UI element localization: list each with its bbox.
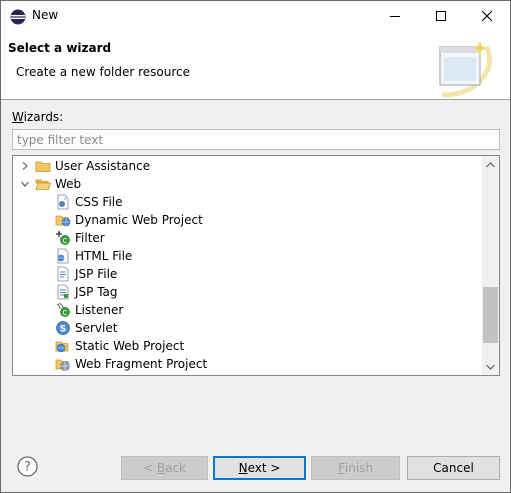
tree-item-static-web-project[interactable]: Static Web Project xyxy=(55,337,184,355)
next-mnemonic: N xyxy=(238,461,248,475)
wizard-filter-input[interactable] xyxy=(12,129,500,150)
scroll-down-button[interactable] xyxy=(482,358,499,375)
scroll-up-button[interactable] xyxy=(482,156,499,173)
svg-text:C: C xyxy=(63,237,68,245)
minimize-icon xyxy=(390,16,400,17)
maximize-icon xyxy=(436,11,446,21)
chevron-right-icon[interactable] xyxy=(19,160,31,172)
tree-item-label: Listener xyxy=(75,303,124,317)
tree-item-jsp-file[interactable]: JSP File xyxy=(55,265,117,283)
tree-item-label: JSP Tag xyxy=(75,285,118,299)
tree-item-html-file[interactable]: HTML File xyxy=(55,247,132,265)
tree-item-label: Servlet xyxy=(75,321,118,335)
new-wizard-banner-icon xyxy=(439,41,493,97)
close-icon xyxy=(482,11,492,21)
next-button[interactable]: Next > xyxy=(213,456,306,480)
minimize-button[interactable] xyxy=(372,1,418,31)
tree-item-web[interactable]: Web xyxy=(19,175,81,193)
close-button[interactable] xyxy=(464,1,510,31)
wizard-header: Select a wizard Create a new folder reso… xyxy=(1,31,510,99)
window-title: New xyxy=(32,8,59,22)
cancel-label: Cancel xyxy=(433,461,474,475)
next-label: ext > xyxy=(247,461,281,475)
wizards-label: Wizards: xyxy=(12,110,63,124)
tree-item-dynamic-web-project[interactable]: Dynamic Web Project xyxy=(55,211,203,229)
tree-item-web-fragment-project[interactable]: Web Fragment Project xyxy=(55,355,207,373)
tree-item-label: Web xyxy=(55,177,82,191)
tree-item-label: JSP File xyxy=(75,267,118,281)
help-icon[interactable]: ? xyxy=(17,456,38,477)
svg-text:?: ? xyxy=(24,460,31,475)
folder-icon xyxy=(35,161,51,172)
tree-item-filter[interactable]: C Filter xyxy=(55,229,105,247)
tree-item-label: Filter xyxy=(75,231,105,245)
tree-item-css-file[interactable]: CSS File xyxy=(55,193,123,211)
tree-item-listener[interactable]: C Listener xyxy=(55,301,123,319)
folder-open-icon xyxy=(35,179,51,190)
tree-item-label: Web Fragment Project xyxy=(75,357,208,371)
chevron-down-icon[interactable] xyxy=(19,178,31,190)
eclipse-icon xyxy=(10,9,26,25)
tree-item-label: Static Web Project xyxy=(75,339,185,353)
title-bar[interactable]: New xyxy=(1,1,510,31)
wizards-label-text: izards: xyxy=(23,110,64,124)
jsp-tag-icon xyxy=(57,284,69,300)
header-separator xyxy=(1,99,510,100)
new-wizard-dialog: New Select a wizard Create a new folder … xyxy=(0,0,511,493)
tree-item-jsp-tag[interactable]: JSP Tag xyxy=(55,283,118,301)
wizards-label-mnemonic: W xyxy=(12,110,24,124)
back-label: ack xyxy=(165,461,186,475)
tree-item-user-assistance[interactable]: User Assistance xyxy=(19,157,150,175)
scroll-thumb[interactable] xyxy=(483,287,498,343)
wizard-title: Select a wizard xyxy=(8,41,112,55)
tree-item-label: Dynamic Web Project xyxy=(75,213,203,227)
svg-text:S: S xyxy=(60,325,66,335)
finish-mnemonic: F xyxy=(337,461,345,475)
finish-button[interactable]: Finish xyxy=(311,456,400,480)
back-mnemonic: B xyxy=(156,461,166,475)
wizard-tree[interactable]: User Assistance Web CSS File Dynamic Web… xyxy=(12,155,500,376)
tree-item-label: CSS File xyxy=(75,195,123,209)
html-file-icon xyxy=(57,248,69,264)
listener-icon: C xyxy=(56,302,70,317)
back-arrow: < xyxy=(142,461,157,475)
web-fragment-project-icon xyxy=(55,359,70,371)
maximize-button[interactable] xyxy=(418,1,464,31)
jsp-file-icon xyxy=(57,266,69,282)
finish-label: inish xyxy=(344,461,374,475)
tree-item-label: HTML File xyxy=(75,249,133,263)
chevron-up-icon xyxy=(486,161,495,167)
filter-icon: C xyxy=(56,231,70,245)
cancel-button[interactable]: Cancel xyxy=(407,456,500,480)
chevron-down-icon xyxy=(486,364,495,370)
tree-scrollbar[interactable] xyxy=(482,156,499,375)
tree-item-servlet[interactable]: S Servlet xyxy=(55,319,117,337)
dynamic-web-project-icon xyxy=(55,215,71,227)
static-web-project-icon xyxy=(55,341,69,353)
tree-item-label: User Assistance xyxy=(55,159,151,173)
wizard-description: Create a new folder resource xyxy=(16,65,191,79)
servlet-icon: S xyxy=(56,321,70,335)
svg-text:C: C xyxy=(63,309,68,317)
back-button[interactable]: < Back xyxy=(121,456,208,480)
css-file-icon xyxy=(57,194,69,210)
